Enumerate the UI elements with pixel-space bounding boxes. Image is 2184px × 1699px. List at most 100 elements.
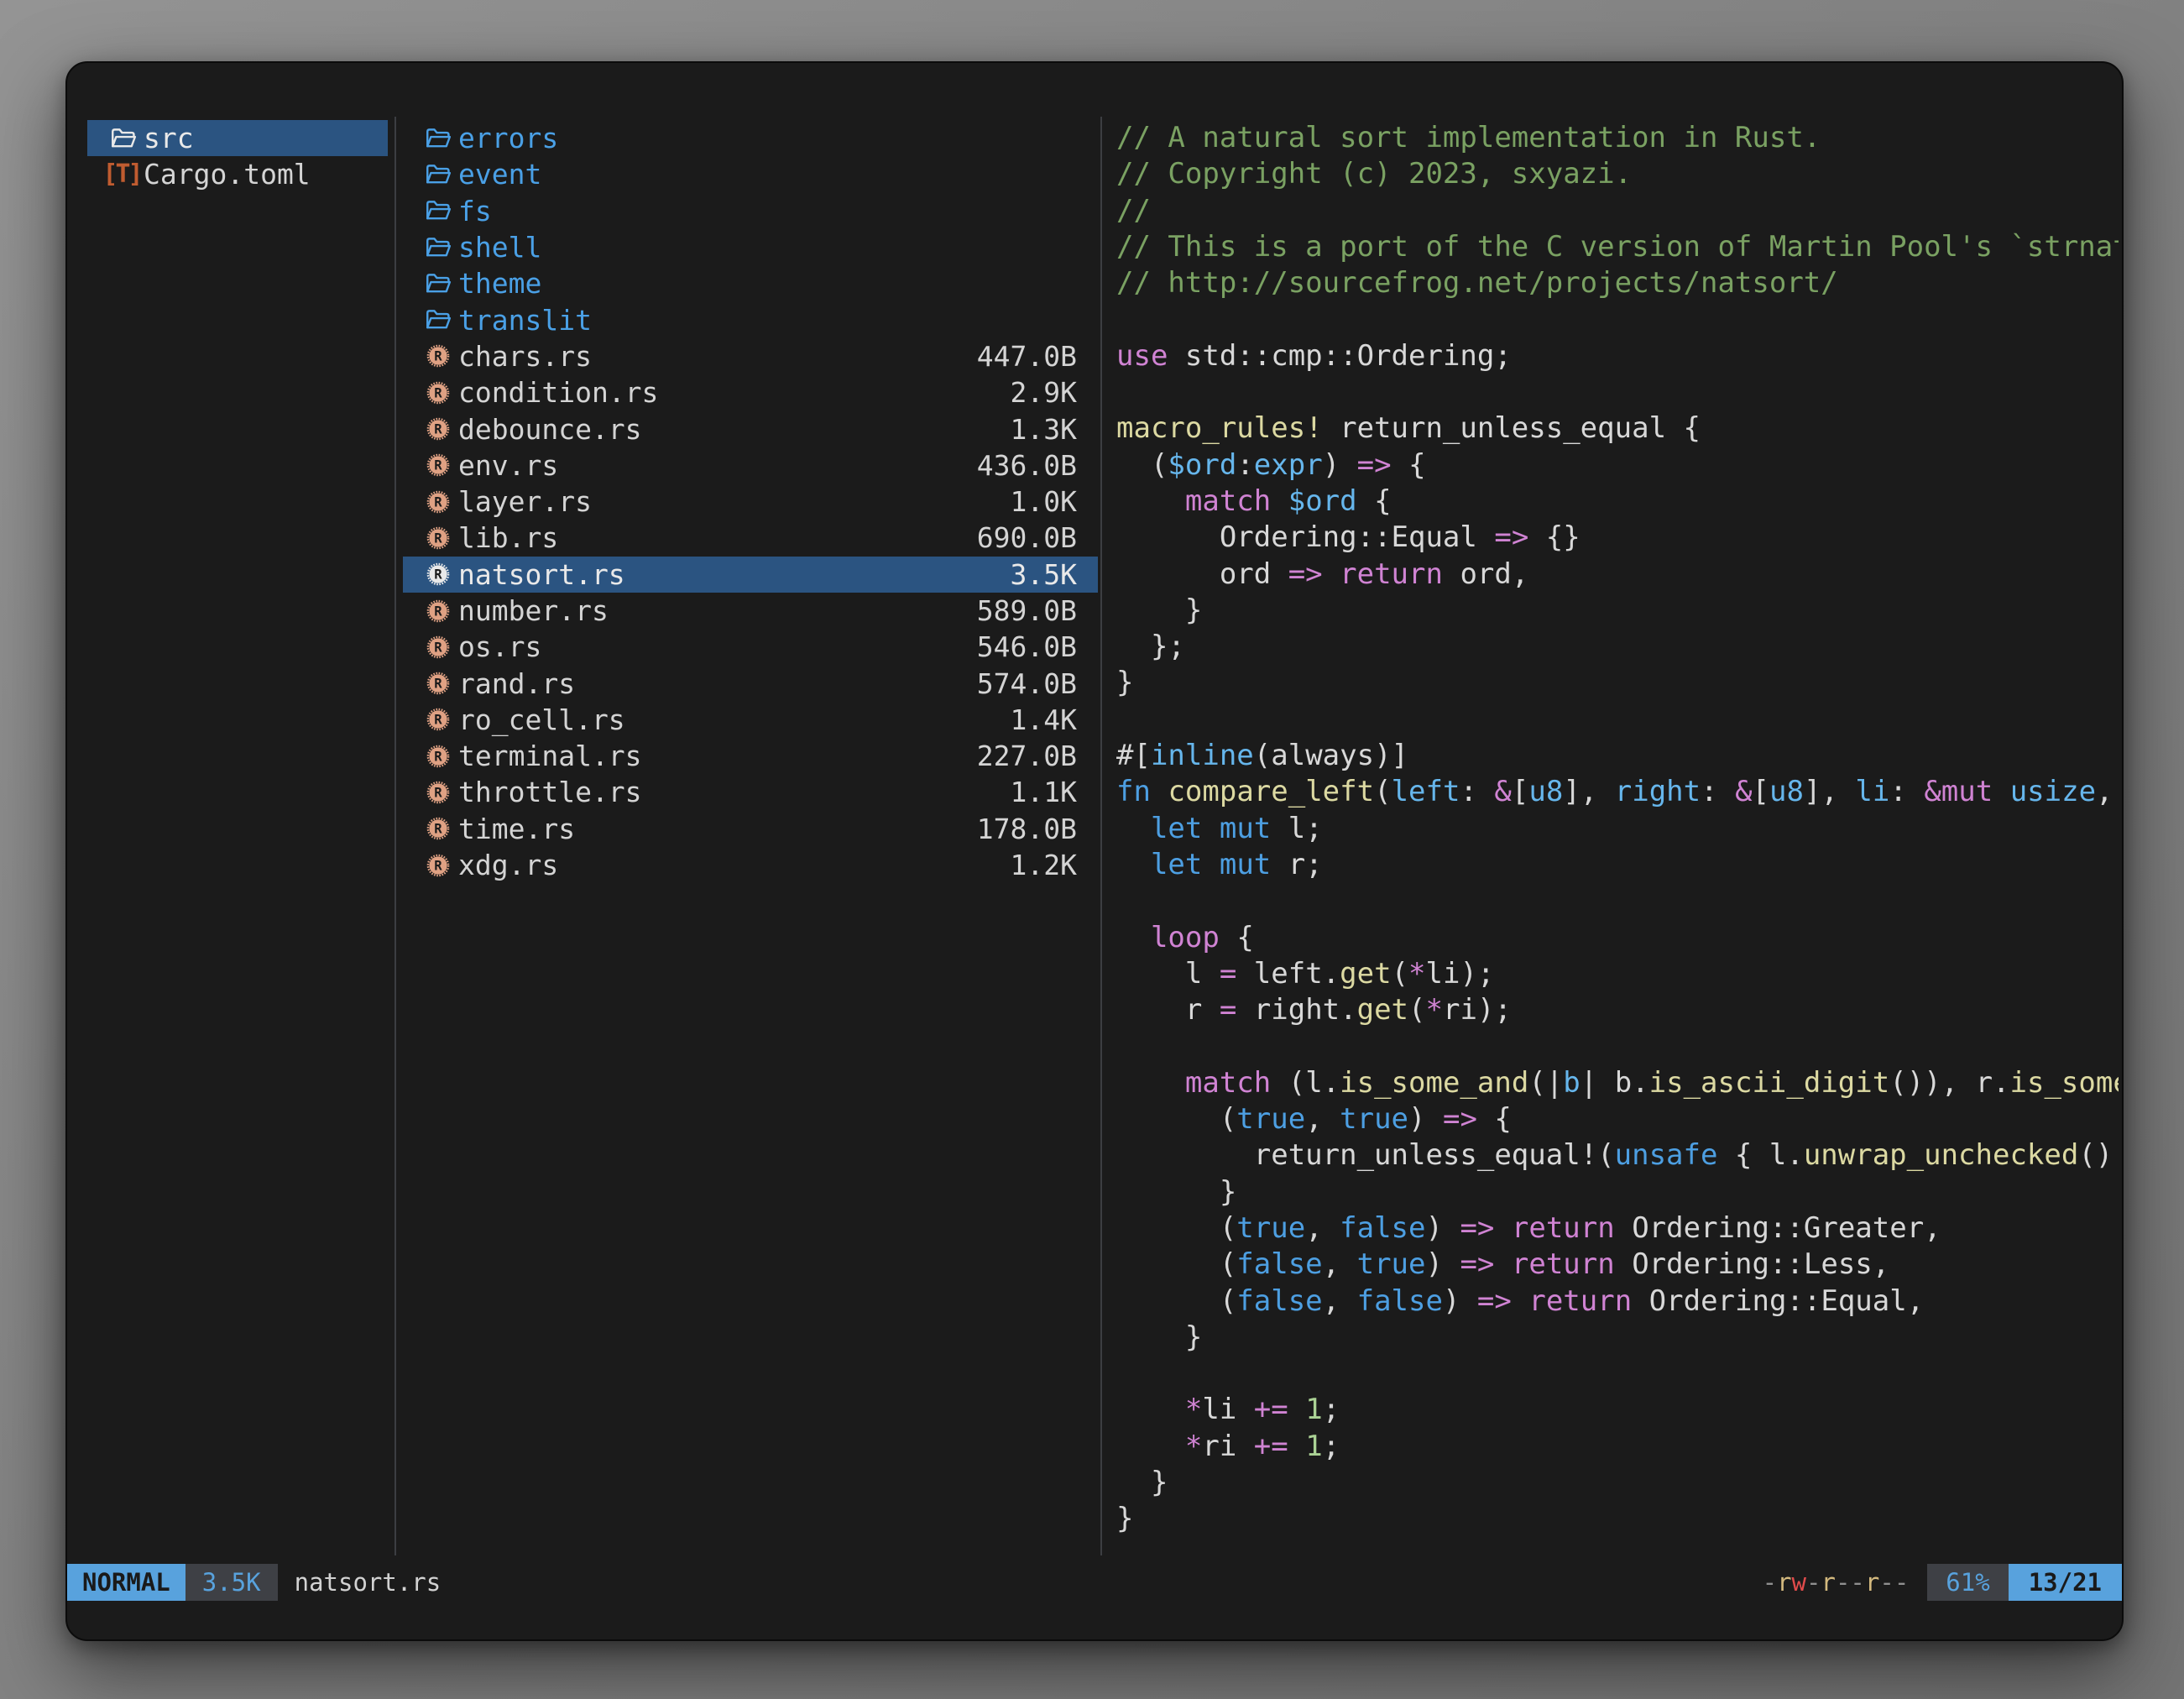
file-name: lib.rs: [458, 521, 558, 554]
file-size-badge: 3.5K: [185, 1564, 278, 1601]
status-spacer: [441, 1564, 1762, 1601]
file-row-Cargo.toml[interactable]: [T]Cargo.toml: [87, 156, 388, 192]
rust-icon: R: [424, 342, 452, 370]
file-row-errors[interactable]: errors: [403, 120, 1098, 156]
rust-icon: R: [424, 524, 452, 552]
file-size: 178.0B: [977, 813, 1077, 845]
file-name: os.rs: [458, 630, 541, 663]
code-line: ($ord:expr) => {: [1116, 447, 2119, 484]
code-line: *li += 1;: [1116, 1392, 2119, 1428]
file-name: fs: [458, 195, 492, 227]
file-size: 1.2K: [1011, 849, 1077, 881]
folder-icon: [424, 196, 452, 225]
file-row-natsort.rs[interactable]: Rnatsort.rs 3.5K: [403, 557, 1098, 593]
file-row-condition.rs[interactable]: Rcondition.rs2.9K: [403, 374, 1098, 410]
file-row-debounce.rs[interactable]: Rdebounce.rs 1.3K: [403, 410, 1098, 447]
file-row-os.rs[interactable]: Ros.rs546.0B: [403, 629, 1098, 665]
file-name: env.rs: [458, 449, 558, 482]
file-row-layer.rs[interactable]: Rlayer.rs1.0K: [403, 484, 1098, 520]
file-name: throttle.rs: [458, 776, 642, 808]
code-line: // A natural sort implementation in Rust…: [1116, 120, 2119, 156]
file-size: 436.0B: [977, 449, 1077, 482]
perm-char: r: [1865, 1568, 1879, 1597]
file-size: 589.0B: [977, 594, 1077, 627]
rust-icon: R: [424, 814, 452, 843]
file-row-terminal.rs[interactable]: Rterminal.rs227.0B: [403, 738, 1098, 774]
file-name: event: [458, 158, 541, 191]
preview-pane: // A natural sort implementation in Rust…: [1102, 120, 2119, 1557]
svg-text:R: R: [434, 458, 442, 473]
file-row-shell[interactable]: shell: [403, 229, 1098, 265]
parent-pane: src[T]Cargo.toml: [67, 120, 394, 193]
perm-char: -: [1836, 1568, 1850, 1597]
code-line: }: [1116, 1320, 2119, 1356]
code-line: }: [1116, 1501, 2119, 1537]
svg-text:R: R: [434, 531, 442, 546]
code-line: match (l.is_some_and(|b| b.is_ascii_digi…: [1116, 1065, 2119, 1101]
perm-char: r: [1777, 1568, 1791, 1597]
file-name: debounce.rs: [458, 413, 642, 446]
folder-icon: [109, 124, 138, 153]
folder-icon: [424, 233, 452, 262]
file-row-time.rs[interactable]: Rtime.rs178.0B: [403, 811, 1098, 847]
file-size: 690.0B: [977, 521, 1077, 554]
code-line: }: [1116, 1174, 2119, 1210]
code-line: [1116, 1356, 2119, 1392]
code-line: *ri += 1;: [1116, 1429, 2119, 1465]
svg-text:R: R: [434, 640, 442, 655]
folder-icon: [424, 160, 452, 189]
rust-icon: R: [424, 488, 452, 516]
code-line: ord => return ord,: [1116, 557, 2119, 593]
file-row-ro_cell.rs[interactable]: Rro_cell.rs1.4K: [403, 702, 1098, 738]
svg-text:R: R: [434, 676, 442, 691]
rust-icon: R: [424, 451, 452, 479]
file-row-rand.rs[interactable]: Rrand.rs574.0B: [403, 665, 1098, 701]
file-size: 1.4K: [1011, 703, 1077, 736]
rust-icon: R: [424, 597, 452, 625]
perm-char: -: [1806, 1568, 1821, 1597]
file-name: theme: [458, 267, 541, 300]
file-name: natsort.rs: [458, 558, 625, 591]
file-row-xdg.rs[interactable]: Rxdg.rs1.2K: [403, 847, 1098, 883]
folder-icon: [424, 124, 452, 153]
file-row-lib.rs[interactable]: Rlib.rs 690.0B: [403, 520, 1098, 556]
code-line: match $ord {: [1116, 484, 2119, 520]
code-line: (true, true) => {: [1116, 1101, 2119, 1137]
svg-text:R: R: [434, 858, 442, 873]
file-row-fs[interactable]: fs: [403, 193, 1098, 229]
code-line: [1116, 702, 2119, 738]
svg-text:R: R: [434, 349, 442, 364]
code-line: }: [1116, 665, 2119, 701]
code-line: [1116, 301, 2119, 337]
desktop: { "app": {"name": "yazi-terminal-file-ma…: [0, 0, 2184, 1699]
code-line: }: [1116, 1465, 2119, 1501]
file-row-src[interactable]: src: [87, 120, 388, 156]
file-row-chars.rs[interactable]: Rchars.rs447.0B: [403, 338, 1098, 374]
file-row-theme[interactable]: theme: [403, 265, 1098, 301]
rust-icon: R: [424, 415, 452, 443]
file-name: terminal.rs: [458, 740, 642, 772]
file-size: 1.3K: [1011, 413, 1077, 446]
perm-char: -: [1879, 1568, 1894, 1597]
file-row-throttle.rs[interactable]: Rthrottle.rs1.1K: [403, 774, 1098, 810]
svg-text:R: R: [434, 785, 442, 800]
file-row-env.rs[interactable]: Renv.rs 436.0B: [403, 447, 1098, 484]
svg-text:R: R: [434, 822, 442, 837]
code-line: let mut r;: [1116, 847, 2119, 883]
perm-char: w: [1792, 1568, 1806, 1597]
file-row-translit[interactable]: translit: [403, 301, 1098, 337]
file-size: 227.0B: [977, 740, 1077, 772]
file-size: 3.5K: [1011, 558, 1077, 591]
file-size: 574.0B: [977, 667, 1077, 700]
code-line: r = right.get(*ri);: [1116, 992, 2119, 1028]
code-line: use std::cmp::Ordering;: [1116, 338, 2119, 374]
rust-icon: R: [424, 560, 452, 588]
svg-text:R: R: [434, 604, 442, 619]
file-name: number.rs: [458, 594, 609, 627]
code-line: [1116, 374, 2119, 410]
file-row-event[interactable]: event: [403, 156, 1098, 192]
code-line: #[inline(always)]: [1116, 738, 2119, 774]
file-row-number.rs[interactable]: Rnumber.rs 589.0B: [403, 593, 1098, 629]
perm-char: r: [1821, 1568, 1835, 1597]
code-line: loop {: [1116, 920, 2119, 956]
